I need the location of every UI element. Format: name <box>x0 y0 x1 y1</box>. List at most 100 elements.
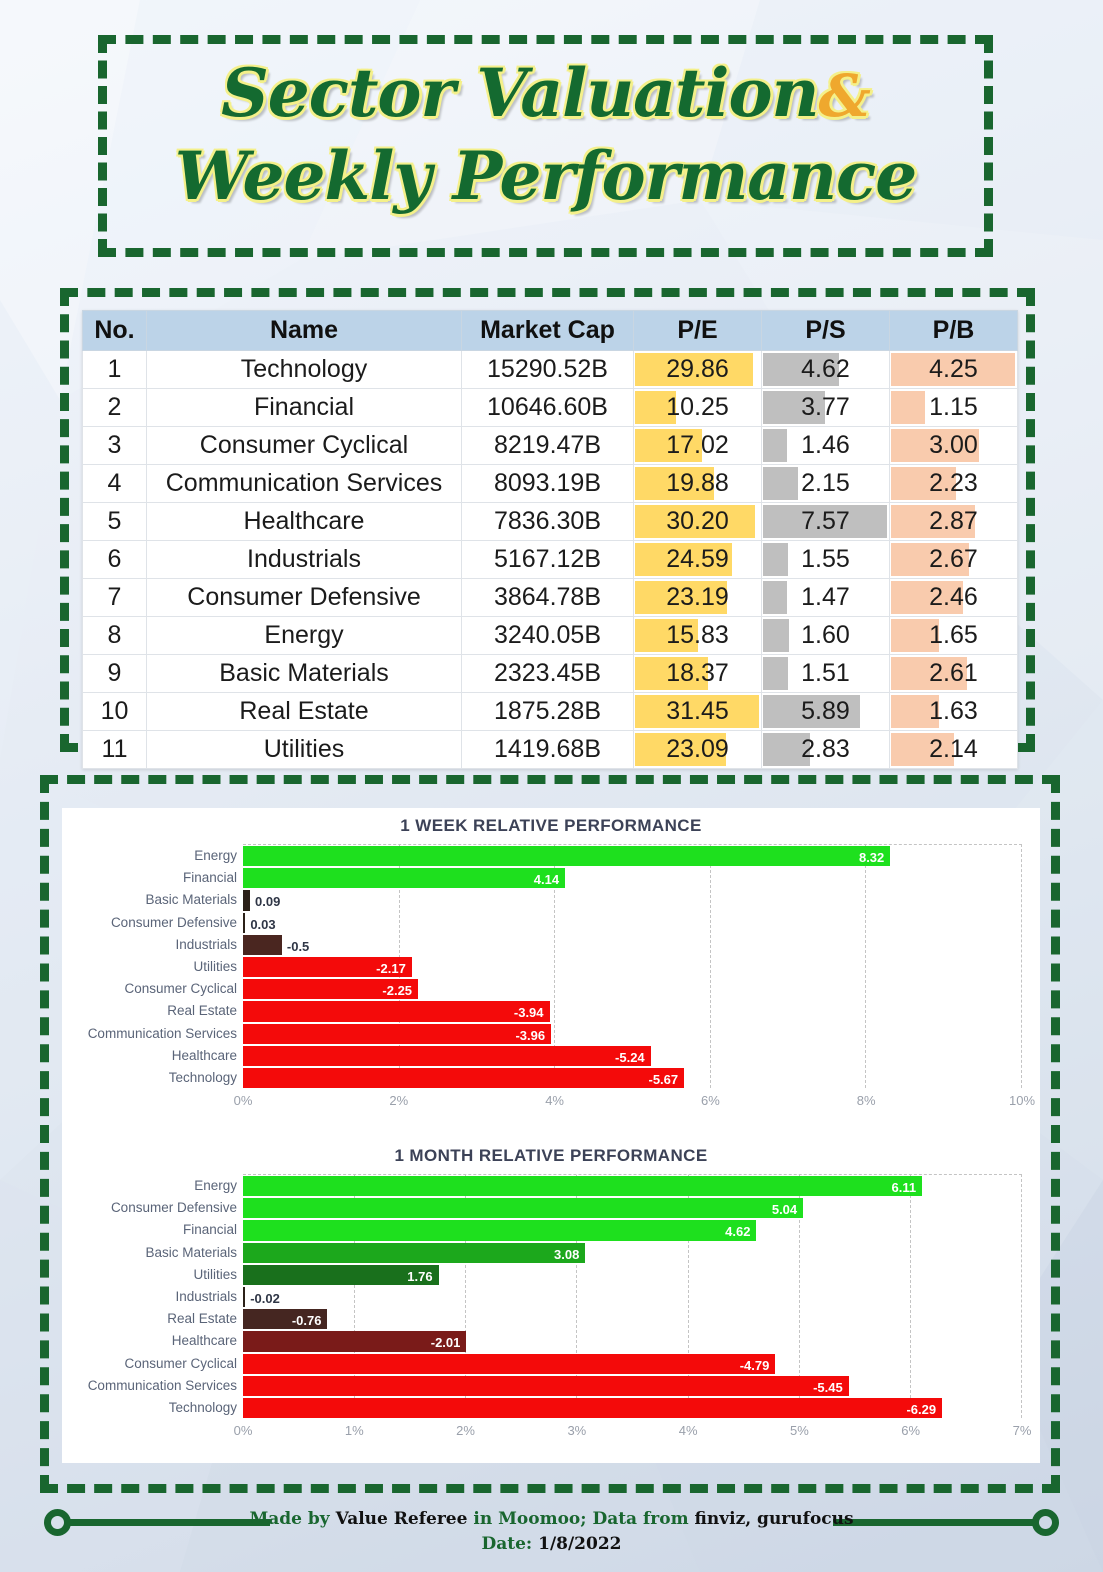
value-ps: 3.77 <box>801 393 850 421</box>
value-ps: 1.55 <box>801 545 850 573</box>
th-market-cap[interactable]: Market Cap <box>461 310 634 351</box>
table-header-row: No. Name Market Cap P/E P/S P/B <box>82 310 1018 351</box>
chart-row: Healthcare -5.24 <box>172 1045 1021 1067</box>
cell-name: Technology <box>146 350 462 389</box>
chart-row: Industrials -0.02 <box>175 1286 1021 1308</box>
chart-bar: -2.25 <box>243 979 419 1000</box>
table-row[interactable]: 5 Healthcare 7836.30B 30.20 7.57 2.87 <box>82 502 1018 541</box>
chart-bar: -2.17 <box>243 956 412 978</box>
axis-tick: 0% <box>233 1093 253 1109</box>
table-row[interactable]: 7 Consumer Defensive 3864.78B 23.19 1.47 2.46 <box>82 578 1018 617</box>
cell-ps: 1.60 <box>761 616 890 655</box>
value-ps: 1.60 <box>801 621 850 649</box>
category-label: Communication Services <box>87 1025 237 1041</box>
axis-tick: 5% <box>790 1423 809 1439</box>
chart-row: Energy 8.32 <box>194 845 1021 867</box>
cell-ps: 2.15 <box>761 464 890 503</box>
cell-pe: 17.02 <box>633 426 762 465</box>
chart-row: Real Estate -0.76 <box>167 1308 1021 1330</box>
table-row[interactable]: 3 Consumer Cyclical 8219.47B 17.02 1.46 3.00 <box>82 426 1018 465</box>
chart-row: Utilities 1.76 <box>193 1264 1021 1286</box>
axis-tick: 3% <box>567 1423 587 1439</box>
value-pb: 2.61 <box>929 659 978 687</box>
cell-name: Industrials <box>146 540 462 579</box>
chart-bar: -5.45 <box>243 1375 849 1396</box>
value-pe: 24.59 <box>666 545 729 573</box>
cell-no: 8 <box>82 616 147 655</box>
databar-pb <box>891 391 925 424</box>
footer-date-label: Date: <box>481 1533 539 1554</box>
table-row[interactable]: 8 Energy 3240.05B 15.83 1.60 1.65 <box>82 616 1018 655</box>
chart-bar: -5.67 <box>243 1067 685 1089</box>
chart-1-week-relative-performance: 1 WEEK RELATIVE PERFORMANCE Energy 8.32 Fin… <box>62 808 1040 1138</box>
chart-bar: -0.5 <box>243 934 309 955</box>
table-row[interactable]: 9 Basic Materials 2323.45B 18.37 1.51 2.61 <box>82 654 1018 693</box>
cell-no: 3 <box>82 426 147 465</box>
chart-bar: 6.11 <box>243 1176 923 1197</box>
cell-ps: 1.55 <box>761 540 890 579</box>
axis-tick: 4% <box>678 1423 698 1439</box>
category-label: Technology <box>168 1399 237 1415</box>
cell-ps: 1.51 <box>761 654 890 693</box>
cell-pe: 19.88 <box>633 464 762 503</box>
chart-row: Basic Materials 3.08 <box>145 1242 1021 1264</box>
title-ampersand: & <box>818 62 871 130</box>
cell-pb: 2.46 <box>889 578 1018 617</box>
chart-row: Basic Materials 0.09 <box>145 889 1021 911</box>
table-row[interactable]: 4 Communication Services 8093.19B 19.88 2.15… <box>82 464 1018 503</box>
th-name[interactable]: Name <box>146 310 462 351</box>
cell-ps: 5.89 <box>761 692 890 731</box>
table-row[interactable]: 2 Financial 10646.60B 10.25 3.77 1.15 <box>82 388 1018 427</box>
bar-value-label: -4.79 <box>739 1357 770 1373</box>
plot-area: Energy 8.32 Financial 4.14 Basic Materials 0.… <box>88 844 1022 1089</box>
cell-no: 1 <box>82 350 147 389</box>
cell-market-cap: 10646.60B <box>461 388 634 427</box>
value-pb: 2.14 <box>929 735 978 763</box>
chart-row: Industrials -0.5 <box>175 934 1021 956</box>
databar-ps <box>763 657 788 690</box>
value-pe: 23.09 <box>666 735 729 763</box>
chart-row: Consumer Cyclical -2.25 <box>124 978 1021 1000</box>
cell-name: Utilities <box>146 730 462 769</box>
cell-name: Consumer Defensive <box>146 578 462 617</box>
cell-market-cap: 15290.52B <box>461 350 634 389</box>
chart-bar: 4.62 <box>243 1220 757 1241</box>
cell-pb: 2.61 <box>889 654 1018 693</box>
value-ps: 2.83 <box>801 735 850 763</box>
cell-pe: 30.20 <box>633 502 762 541</box>
axis-tick: 0% <box>233 1423 253 1439</box>
cell-no: 4 <box>82 464 147 503</box>
table-row[interactable]: 6 Industrials 5167.12B 24.59 1.55 2.67 <box>82 540 1018 579</box>
table-row[interactable]: 1 Technology 15290.52B 29.86 4.62 4.25 <box>82 350 1018 389</box>
value-pe: 10.25 <box>666 393 729 421</box>
value-pb: 1.65 <box>929 621 978 649</box>
value-ps: 4.62 <box>801 355 850 383</box>
th-pb[interactable]: P/B <box>889 310 1018 351</box>
th-pe[interactable]: P/E <box>633 310 762 351</box>
chart-row: Communication Services -3.96 <box>88 1023 1021 1045</box>
category-label: Basic Materials <box>145 892 237 908</box>
databar-ps <box>763 467 799 500</box>
cell-pb: 1.15 <box>889 388 1018 427</box>
footer-platform: in Moomoo; Data from <box>467 1509 695 1529</box>
table-row[interactable]: 10 Real Estate 1875.28B 31.45 5.89 1.63 <box>82 692 1018 731</box>
cell-no: 11 <box>82 730 147 769</box>
th-no[interactable]: No. <box>82 310 147 351</box>
value-pb: 4.25 <box>929 355 978 383</box>
axis-tick: 6% <box>901 1423 921 1439</box>
cell-pe: 24.59 <box>633 540 762 579</box>
bar-value-label: -0.76 <box>291 1313 322 1329</box>
bar-value-label: 1.76 <box>407 1268 433 1284</box>
bar-value-label: -0.02 <box>250 1290 280 1306</box>
footer-sources: finviz, gurufocus <box>694 1509 854 1529</box>
cell-ps: 1.47 <box>761 578 890 617</box>
value-pe: 31.45 <box>666 697 729 725</box>
cell-pb: 1.63 <box>889 692 1018 731</box>
cell-market-cap: 3864.78B <box>461 578 634 617</box>
th-ps[interactable]: P/S <box>761 310 890 351</box>
table-row[interactable]: 11 Utilities 1419.68B 23.09 2.83 2.14 <box>82 730 1018 769</box>
chart-row: Energy 6.11 <box>194 1175 1021 1197</box>
category-label: Consumer Cyclical <box>124 1355 237 1371</box>
chart-row: Technology -5.67 <box>169 1067 1021 1089</box>
cell-pb: 2.14 <box>889 730 1018 769</box>
